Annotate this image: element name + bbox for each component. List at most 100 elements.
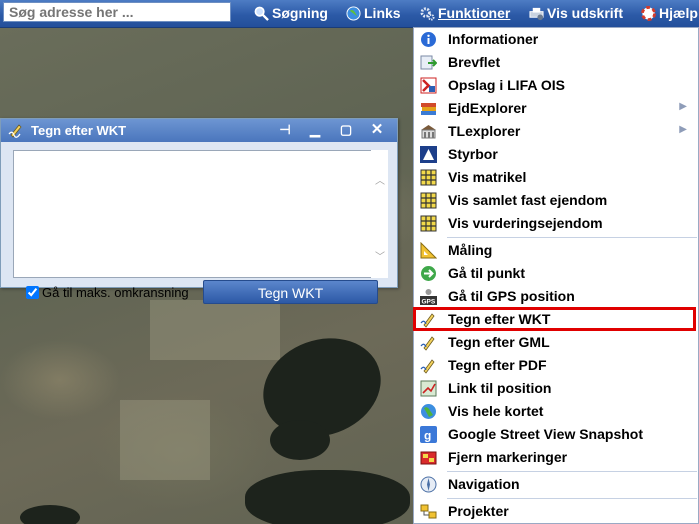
- compass-icon: [420, 476, 437, 493]
- links-menu-button[interactable]: Links: [346, 0, 401, 27]
- mail-merge-icon: [420, 55, 437, 70]
- menu-item-vis-vurderingsejendom[interactable]: Vis vurderingsejendom: [415, 212, 697, 235]
- menu-item-navigation[interactable]: Navigation: [415, 473, 697, 496]
- pencil-icon: [8, 124, 22, 138]
- menu-item-label: Fjern markeringer: [448, 449, 568, 465]
- gps-icon: GPS: [420, 289, 437, 306]
- scroll-up-icon[interactable]: ︿: [375, 172, 385, 187]
- menu-separator: [447, 237, 697, 238]
- menu-separator: [447, 471, 697, 472]
- print-icon: [529, 7, 544, 21]
- zoom-to-extent-option[interactable]: Gå til maks. omkransning: [26, 285, 189, 300]
- toolbar-label: Links: [364, 5, 401, 21]
- menu-item-vis-samlet-fast-ejendom[interactable]: Vis samlet fast ejendom: [415, 189, 697, 212]
- vertical-scrollbar[interactable]: ︿ ﹀: [371, 150, 388, 278]
- wkt-dialog: Tegn efter WKT ⊣ ▁ ▢ ✕ ︿ ﹀ Gå til maks. …: [0, 118, 398, 304]
- lake: [245, 470, 410, 524]
- menu-item-gaa-til-punkt[interactable]: Gå til punkt: [415, 262, 697, 285]
- svg-text:GPS: GPS: [422, 299, 436, 306]
- menu-item-styrbor[interactable]: Styrbor: [415, 143, 697, 166]
- menu-item-projekter[interactable]: Projekter: [415, 500, 697, 523]
- ruler-icon: [420, 242, 437, 259]
- menu-item-gaa-til-gps[interactable]: GPS Gå til GPS position: [415, 285, 697, 308]
- menu-item-label: Informationer: [448, 31, 539, 47]
- checkbox-label: Gå til maks. omkransning: [42, 285, 189, 300]
- maximize-icon[interactable]: ▢: [338, 122, 354, 138]
- menu-item-ejdexplorer[interactable]: EjdExplorer ▶: [415, 97, 697, 120]
- pin-icon[interactable]: ⊣: [277, 122, 293, 138]
- menu-item-label: Google Street View Snapshot: [448, 426, 644, 442]
- zoom-to-extent-checkbox[interactable]: [26, 286, 39, 299]
- menu-item-tlexplorer[interactable]: TLexplorer ▶: [415, 120, 697, 143]
- grid-map-icon: [420, 192, 437, 209]
- top-toolbar: Søgning Links Funktioner Vis udskrift Hj…: [0, 0, 699, 28]
- menu-item-label: EjdExplorer: [448, 100, 527, 116]
- menu-item-label: Gå til GPS position: [448, 288, 575, 304]
- menu-item-label: Opslag i LIFA OIS: [448, 77, 565, 93]
- lake: [270, 420, 330, 460]
- gear-icon: [420, 7, 435, 21]
- menu-item-brevflet[interactable]: Brevflet: [415, 51, 697, 74]
- projects-icon: [420, 504, 437, 519]
- search-menu-button[interactable]: Søgning: [254, 0, 328, 27]
- highlight-box: [413, 307, 696, 331]
- menu-item-label: Styrbor: [448, 146, 498, 162]
- print-menu-button[interactable]: Vis udskrift: [529, 0, 623, 27]
- menu-item-google-street-view[interactable]: g Google Street View Snapshot: [415, 423, 697, 446]
- menu-item-label: Navigation: [448, 476, 520, 492]
- menu-item-label: Projekter: [448, 503, 509, 519]
- menu-item-label: Brevflet: [448, 54, 501, 70]
- lifa-logo-icon: [420, 146, 437, 163]
- building-icon: [421, 125, 436, 139]
- wkt-input[interactable]: [13, 150, 388, 278]
- menu-item-informationer[interactable]: Informationer: [415, 28, 697, 51]
- toolbar-label: Vis udskrift: [547, 5, 623, 21]
- toolbar-label: Hjælp: [659, 5, 698, 21]
- menu-item-label: Vis vurderingsejendom: [448, 215, 603, 231]
- menu-item-vis-hele-kortet[interactable]: Vis hele kortet: [415, 400, 697, 423]
- menu-item-lifa-ois[interactable]: Opslag i LIFA OIS: [415, 74, 697, 97]
- help-menu-button[interactable]: Hjælp: [641, 0, 698, 27]
- scroll-down-icon[interactable]: ﹀: [375, 248, 385, 263]
- functions-menu-button[interactable]: Funktioner: [420, 0, 510, 27]
- wkt-text-area: ︿ ﹀: [13, 150, 388, 278]
- toolbar-label: Funktioner: [438, 5, 511, 21]
- menu-item-label: Måling: [448, 242, 493, 258]
- globe-icon: [346, 6, 361, 21]
- menu-item-tegn-efter-gml[interactable]: Tegn efter GML: [415, 331, 697, 354]
- lake: [20, 505, 80, 524]
- draw-wkt-button[interactable]: Tegn WKT: [203, 280, 378, 304]
- menu-item-tegn-efter-pdf[interactable]: Tegn efter PDF: [415, 354, 697, 377]
- menu-item-label: Vis matrikel: [448, 169, 527, 185]
- dialog-title: Tegn efter WKT: [31, 123, 127, 138]
- submenu-arrow-icon: ▶: [679, 101, 687, 112]
- info-icon: [421, 32, 436, 47]
- toolbar-label: Søgning: [272, 5, 328, 21]
- link-position-icon: [420, 380, 437, 397]
- search-input[interactable]: [3, 2, 231, 22]
- menu-item-vis-matrikel[interactable]: Vis matrikel: [415, 166, 697, 189]
- svg-text:g: g: [424, 429, 431, 443]
- menu-item-label: Tegn efter GML: [448, 334, 550, 350]
- minimize-icon[interactable]: ▁: [307, 122, 323, 138]
- dialog-titlebar[interactable]: Tegn efter WKT ⊣ ▁ ▢ ✕: [1, 119, 397, 142]
- menu-item-label: Gå til punkt: [448, 265, 525, 281]
- globe-icon: [421, 404, 436, 419]
- search-icon: [254, 6, 269, 21]
- menu-item-label: Tegn efter PDF: [448, 357, 547, 373]
- grid-map-icon: [420, 169, 437, 186]
- lifa-ois-icon: [420, 77, 437, 94]
- menu-item-label: Link til position: [448, 380, 552, 396]
- google-icon: g: [420, 426, 437, 443]
- menu-item-maaling[interactable]: Måling: [415, 239, 697, 262]
- menu-item-label: Vis samlet fast ejendom: [448, 192, 608, 208]
- menu-item-fjern-markeringer[interactable]: Fjern markeringer: [415, 446, 697, 469]
- goto-arrow-icon: [421, 266, 436, 281]
- pencil-icon: [420, 359, 435, 374]
- books-icon: [421, 103, 436, 115]
- pencil-icon: [420, 336, 435, 351]
- submenu-arrow-icon: ▶: [679, 124, 687, 135]
- clear-markings-icon: [420, 451, 437, 465]
- menu-item-link-til-position[interactable]: Link til position: [415, 377, 697, 400]
- close-icon[interactable]: ✕: [369, 122, 385, 138]
